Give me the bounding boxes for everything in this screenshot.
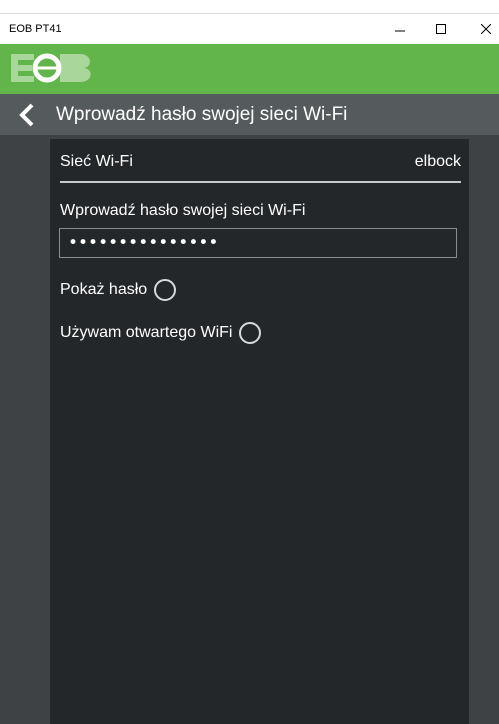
brand-bar xyxy=(0,44,499,94)
show-password-radio[interactable] xyxy=(154,279,177,301)
close-icon xyxy=(481,24,491,34)
network-value: elbock xyxy=(414,153,461,170)
maximize-icon xyxy=(436,24,446,34)
window-titlebar: EOB PT41 xyxy=(0,13,499,45)
window-title: EOB PT41 xyxy=(9,23,62,35)
network-row: Sieć Wi-Fi elbock xyxy=(60,149,461,183)
show-password-option[interactable]: Pokaż hasło xyxy=(60,279,177,301)
password-input[interactable] xyxy=(59,228,457,258)
maximize-button[interactable] xyxy=(423,14,459,45)
form-panel: Sieć Wi-Fi elbock Wprowadź hasło swojej … xyxy=(50,139,469,724)
page-header: Wprowadź hasło swojej sieci Wi-Fi xyxy=(0,94,499,135)
open-wifi-radio[interactable] xyxy=(239,322,262,344)
chevron-left-icon xyxy=(19,103,34,127)
close-button[interactable] xyxy=(468,14,499,45)
minimize-button[interactable] xyxy=(382,14,418,45)
back-button[interactable] xyxy=(14,101,42,129)
show-password-label: Pokaż hasło xyxy=(60,281,148,298)
minimize-icon xyxy=(395,30,405,32)
password-label: Wprowadź hasło swojej sieci Wi-Fi xyxy=(60,202,306,219)
eob-logo xyxy=(11,53,91,83)
network-label: Sieć Wi-Fi xyxy=(60,153,133,170)
open-wifi-option[interactable]: Używam otwartego WiFi xyxy=(60,322,262,344)
open-wifi-label: Używam otwartego WiFi xyxy=(60,324,233,341)
page-title: Wprowadź hasło swojej sieci Wi-Fi xyxy=(56,104,348,125)
